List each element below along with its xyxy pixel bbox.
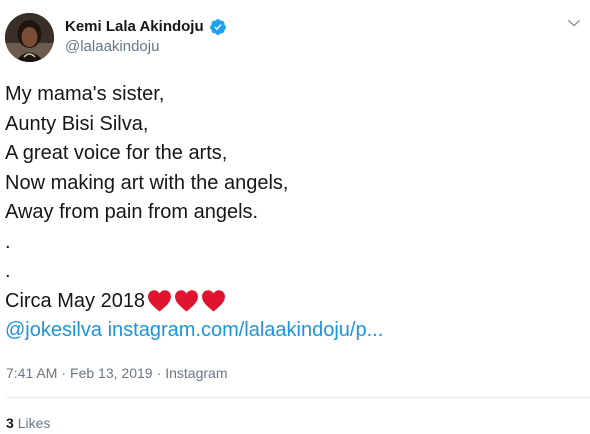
author-name-row: Kemi Lala Akindoju: [65, 17, 227, 36]
author-handle[interactable]: @lalaakindoju: [65, 37, 159, 56]
tweet-line-circa: Circa May 2018: [5, 287, 580, 317]
heart-icon: [202, 289, 226, 311]
author-display-name[interactable]: Kemi Lala Akindoju: [65, 17, 204, 36]
tweet-text: My mama's sister, Aunty Bisi Silva, A gr…: [5, 80, 580, 346]
tweet-metadata: 7:41 AM · Feb 13, 2019 · Instagram: [6, 364, 227, 383]
avatar[interactable]: [5, 13, 54, 62]
tweet-line-circa-text: Circa May 2018: [5, 289, 146, 312]
instagram-link[interactable]: instagram.com/lalaakindoju/p...: [108, 319, 384, 341]
tweet-card: Kemi Lala Akindoju @lalaakindoju My mama…: [0, 0, 590, 434]
heart-icon: [148, 289, 172, 311]
likes-label: Likes: [17, 415, 51, 431]
tweet-line: .: [5, 260, 11, 282]
likes-stat[interactable]: 3 Likes: [6, 414, 50, 433]
meta-separator: ·: [156, 365, 162, 381]
likes-count: 3: [6, 415, 14, 431]
tweet-line: My mama's sister,: [5, 83, 165, 105]
tweet-date[interactable]: Feb 13, 2019: [70, 365, 153, 381]
tweet-links-line: @jokesilva instagram.com/lalaakindoju/p.…: [5, 316, 580, 346]
heart-emojis: [147, 289, 226, 312]
tweet-time[interactable]: 7:41 AM: [6, 365, 57, 381]
tweet-line: A great voice for the arts,: [5, 142, 228, 164]
tweet-line: .: [5, 230, 11, 253]
chevron-down-icon[interactable]: [565, 14, 583, 32]
meta-separator: ·: [61, 365, 67, 381]
tweet-source[interactable]: Instagram: [165, 365, 227, 381]
profile-photo-icon: [5, 13, 54, 62]
divider: [6, 397, 590, 398]
tweet-line: Away from pain from angels.: [5, 201, 259, 223]
tweet-line: Now making art with the angels,: [5, 171, 289, 194]
verified-badge-icon: [209, 18, 226, 35]
heart-icon: [175, 289, 199, 311]
mention-link[interactable]: @jokesilva: [5, 319, 102, 341]
tweet-line: Aunty Bisi Silva,: [5, 112, 149, 135]
